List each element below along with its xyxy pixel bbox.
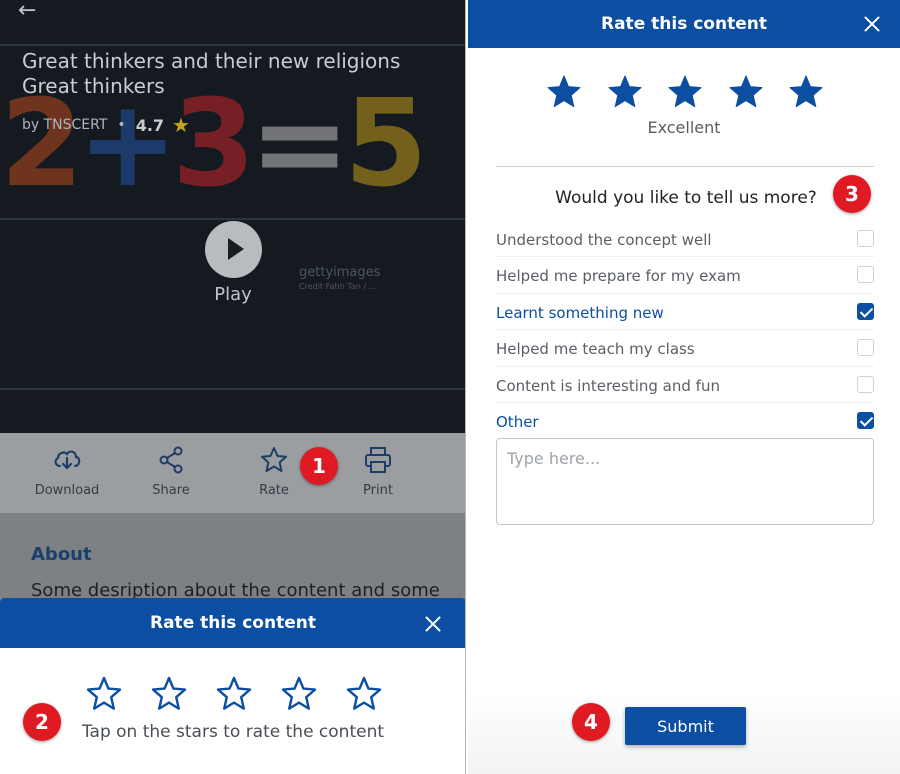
step-badge-1: 1 xyxy=(300,447,338,485)
author-label: by TNSCERT xyxy=(22,117,108,133)
rating-stars xyxy=(546,74,826,110)
decorative-digits-image: 2+3=5 xyxy=(0,75,428,214)
rate-hint: Tap on the stars to rate the content xyxy=(81,722,385,742)
feedback-option-label: Understood the concept well xyxy=(496,231,712,249)
star-outline-icon[interactable] xyxy=(86,676,122,712)
star-outline-icon[interactable] xyxy=(151,676,187,712)
close-icon[interactable] xyxy=(424,615,442,633)
feedback-option[interactable]: Helped me teach my class xyxy=(496,330,874,367)
printer-icon xyxy=(365,447,391,473)
play-button[interactable] xyxy=(205,221,262,278)
content-meta: by TNSCERT • 4.7 ★ xyxy=(22,113,190,137)
checkbox[interactable] xyxy=(857,339,874,357)
rate-sheet-header: Rate this content xyxy=(0,598,466,648)
feedback-option-label: Other xyxy=(496,412,539,431)
print-button[interactable]: Print xyxy=(338,433,418,513)
feedback-option[interactable]: Learnt something new xyxy=(496,294,874,331)
star-outline-icon[interactable] xyxy=(216,676,252,712)
star-outline-icon xyxy=(261,447,287,472)
watermark: gettyimages Credit Fatih Tan / ... xyxy=(299,265,381,292)
star-filled-icon[interactable] xyxy=(607,74,643,110)
star-outline-icon[interactable] xyxy=(346,676,382,712)
about-heading: About xyxy=(31,544,92,565)
action-bar: Download Share Rate Print xyxy=(0,433,466,513)
star-filled-icon: ★ xyxy=(172,113,190,137)
feedback-option-label: Learnt something new xyxy=(496,303,664,322)
rating-label: Excellent xyxy=(647,118,721,137)
cloud-download-icon xyxy=(54,450,81,470)
star-filled-icon[interactable] xyxy=(667,74,703,110)
step-badge-2: 2 xyxy=(23,703,61,741)
star-filled-icon[interactable] xyxy=(728,74,764,110)
rate-sheet-title: Rate this content xyxy=(150,613,316,633)
checkbox[interactable] xyxy=(857,266,874,284)
checkbox-checked[interactable] xyxy=(857,411,874,429)
download-button[interactable]: Download xyxy=(27,433,107,513)
close-icon[interactable] xyxy=(863,15,881,33)
rating-stars xyxy=(86,676,386,712)
feedback-option[interactable]: Content is interesting and fun xyxy=(496,367,874,403)
star-filled-icon[interactable] xyxy=(788,74,824,110)
checkbox[interactable] xyxy=(857,230,874,247)
checkbox-checked[interactable] xyxy=(857,302,874,320)
rate-dialog: Rate this content Excellent Would you li… xyxy=(468,0,900,774)
feedback-option-label: Content is interesting and fun xyxy=(496,376,720,395)
step-badge-4: 4 xyxy=(572,703,610,741)
rate-bottom-sheet: Rate this content Tap on the stars to ra… xyxy=(0,598,466,774)
content-title: Great thinkers and their new religions G… xyxy=(22,49,401,98)
feedback-option-label: Helped me teach my class xyxy=(496,340,695,359)
rating-value: 4.7 xyxy=(135,115,165,135)
play-label: Play xyxy=(214,284,252,305)
video-player[interactable]: 2+3=5 ← Great thinkers and their new rel… xyxy=(0,0,466,433)
feedback-textarea[interactable] xyxy=(496,438,874,525)
back-arrow-icon[interactable]: ← xyxy=(18,0,36,23)
rate-dialog-header: Rate this content xyxy=(468,0,900,48)
feedback-option-label: Helped me prepare for my exam xyxy=(496,267,741,286)
submit-button[interactable]: Submit xyxy=(625,707,746,745)
rate-dialog-title: Rate this content xyxy=(601,14,767,34)
feedback-option[interactable]: Helped me prepare for my exam xyxy=(496,257,874,294)
feedback-option[interactable]: Other xyxy=(496,403,874,439)
divider xyxy=(496,166,874,167)
share-icon xyxy=(159,446,183,474)
checkbox[interactable] xyxy=(857,375,874,393)
separator-dot: • xyxy=(117,117,126,133)
content-detail-screen: 2+3=5 ← Great thinkers and their new rel… xyxy=(0,0,466,774)
star-filled-icon[interactable] xyxy=(546,74,582,110)
share-button[interactable]: Share xyxy=(131,433,211,513)
feedback-options: Understood the concept well Helped me pre… xyxy=(496,221,874,439)
feedback-option[interactable]: Understood the concept well xyxy=(496,221,874,258)
step-badge-3: 3 xyxy=(833,175,871,213)
star-outline-icon[interactable] xyxy=(281,676,317,712)
